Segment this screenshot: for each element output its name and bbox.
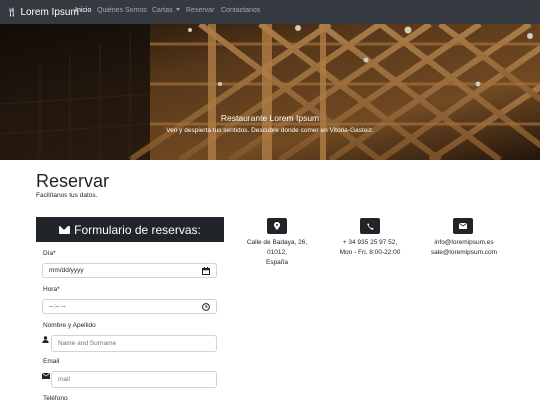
cutlery-icon: 🍴︎ xyxy=(6,6,18,17)
page-subtitle: Facilítanos tus datos. xyxy=(36,192,98,199)
date-input[interactable]: mm/dd/yyyy xyxy=(42,263,217,278)
address-line-1: Calle de Badaya, 26, xyxy=(246,239,308,246)
date-input-value: mm/dd/yyyy xyxy=(49,267,84,274)
address-line-2: 01012, xyxy=(267,249,287,256)
name-label: Nombre y Apellido xyxy=(43,322,96,329)
calendar-icon[interactable] xyxy=(202,267,210,275)
envelope-icon xyxy=(59,225,71,234)
form-header: Formulario de reservas: xyxy=(36,217,224,242)
nav-item-cartas-label: Cartas xyxy=(152,7,173,14)
address-line-3: España xyxy=(265,259,289,266)
navbar: 🍴︎ Lorem Ipsum Inicio Quiénes Somos Cart… xyxy=(0,0,540,24)
phone-number: + 34 935 25 97 52, xyxy=(342,239,398,246)
name-input[interactable] xyxy=(51,335,217,352)
contact-phone: + 34 935 25 97 52, Mon - Fri, 8:00-22:00 xyxy=(320,238,420,258)
clock-icon[interactable] xyxy=(202,303,210,311)
contact-address: Calle de Badaya, 26, 01012, España xyxy=(226,238,328,268)
email-input[interactable] xyxy=(51,371,217,388)
caret-down-icon xyxy=(175,8,180,11)
hero-subtitle: Ven y despierta tus sentidos. Descubre d… xyxy=(166,127,374,134)
map-marker-icon xyxy=(274,222,280,230)
user-icon xyxy=(42,336,49,343)
hero-title: Restaurante Lorem Ipsum xyxy=(220,113,320,123)
envelope-icon xyxy=(459,223,467,229)
time-label: Hora* xyxy=(43,286,60,293)
phone-icon xyxy=(366,222,374,230)
page-title: Reservar xyxy=(36,171,110,191)
time-input-value: --:-- -- xyxy=(49,303,66,310)
phone-button[interactable] xyxy=(360,218,380,234)
hero-banner: Restaurante Lorem Ipsum Ven y despierta … xyxy=(0,24,540,160)
hero-background-image xyxy=(0,24,540,160)
nav-item-contactanos[interactable]: Contactanos xyxy=(221,7,260,14)
form-header-label: Formulario de reservas: xyxy=(74,222,201,237)
nav-item-inicio[interactable]: Inicio xyxy=(75,7,91,14)
navbar-brand[interactable]: 🍴︎ Lorem Ipsum xyxy=(6,4,79,20)
date-label: Día* xyxy=(43,250,56,257)
phone-label: Teléfono xyxy=(43,395,68,402)
email-label: Email xyxy=(43,358,60,365)
mail-button[interactable] xyxy=(453,218,473,234)
contact-email: info@loremipsum.es sale@loremipsum.com xyxy=(418,238,510,258)
nav-item-reservar[interactable]: Reservar xyxy=(186,7,214,14)
email-info[interactable]: info@loremipsum.es xyxy=(418,238,510,248)
email-sale[interactable]: sale@loremipsum.com xyxy=(418,248,510,258)
time-input[interactable]: --:-- -- xyxy=(42,299,217,314)
envelope-icon xyxy=(42,373,50,379)
phone-hours: Mon - Fri, 8:00-22:00 xyxy=(339,249,401,256)
nav-item-cartas[interactable]: Cartas xyxy=(152,7,180,14)
nav-item-quienes-somos[interactable]: Quiénes Somos xyxy=(97,7,147,14)
map-marker-button[interactable] xyxy=(267,218,287,234)
brand-label: Lorem Ipsum xyxy=(20,6,79,18)
